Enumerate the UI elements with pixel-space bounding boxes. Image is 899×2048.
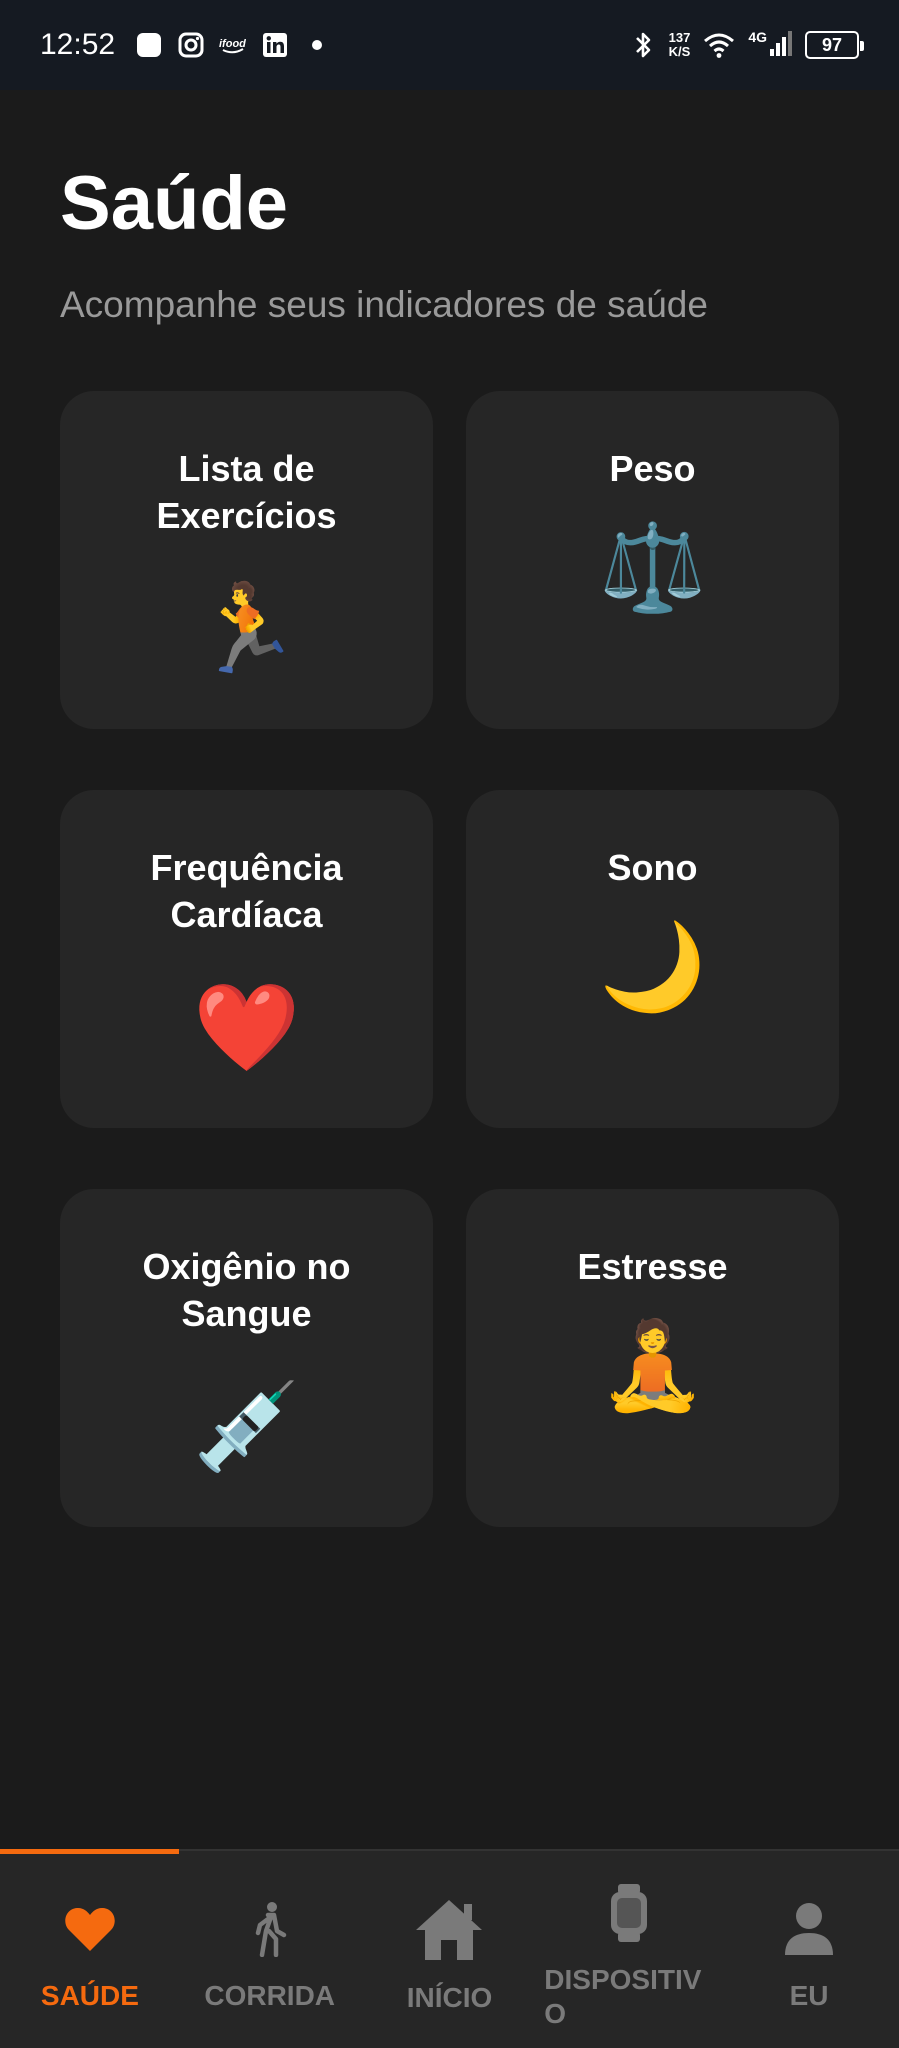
network-type: 4G	[748, 28, 767, 45]
speed-unit: K/S	[668, 44, 691, 59]
watch-icon	[597, 1881, 661, 1945]
active-tab-indicator	[0, 1849, 179, 1854]
nav-item-corrida[interactable]: CORRIDA	[180, 1851, 360, 2048]
nav-label: DISPOSITIVO	[544, 1964, 702, 2029]
nav-label: SAÚDE	[40, 1980, 139, 2011]
card-exercise-list[interactable]: Lista de Exercícios 🏃	[60, 391, 433, 729]
card-heart-rate[interactable]: Frequência Cardíaca ❤️	[60, 790, 433, 1128]
card-title: Lista de Exercícios	[156, 448, 337, 536]
network-speed: 137 K/S	[669, 31, 691, 59]
card-blood-oxygen[interactable]: Oxigênio no Sangue 💉	[60, 1189, 433, 1527]
signal-bars-icon	[769, 29, 793, 62]
status-bar: 12:52 ifood 137 K/S 4G 97	[0, 0, 899, 90]
battery-indicator: 97	[805, 31, 864, 59]
person-icon	[777, 1897, 841, 1961]
bluetooth-icon	[629, 31, 657, 59]
card-title: Frequência Cardíaca	[150, 847, 343, 935]
status-bar-left: 12:52 ifood	[40, 28, 331, 62]
page-subtitle: Acompanhe seus indicadores de saúde	[60, 284, 708, 325]
scale-icon: ⚖️	[598, 518, 707, 618]
moon-icon: 🌙	[598, 917, 707, 1017]
nav-label: CORRIDA	[204, 1980, 336, 2011]
walking-icon	[238, 1897, 302, 1961]
instagram-icon	[177, 31, 205, 59]
card-title: Peso	[609, 448, 696, 489]
bottom-navigation: SAÚDE CORRIDA INÍCIO DISPOSITIVO EU	[0, 1849, 899, 2048]
card-sleep[interactable]: Sono 🌙	[466, 790, 839, 1128]
linkedin-icon	[261, 31, 289, 59]
card-weight[interactable]: Peso ⚖️	[466, 391, 839, 729]
card-stress[interactable]: Estresse 🧘	[466, 1189, 839, 1527]
meditation-icon: 🧘	[598, 1316, 707, 1416]
card-title: Estresse	[577, 1246, 728, 1287]
page-title: Saúde	[60, 161, 289, 246]
card-title: Sono	[607, 847, 698, 888]
nav-label: INÍCIO	[406, 1982, 493, 2013]
status-time: 12:52	[40, 28, 116, 61]
home-icon	[414, 1897, 484, 1963]
heart-icon: ❤️	[192, 978, 301, 1078]
cell-signal: 4G	[748, 29, 793, 62]
nav-item-dispositivo[interactable]: DISPOSITIVO	[539, 1851, 719, 2048]
card-title: Oxigênio no Sangue	[142, 1246, 351, 1334]
nav-item-saude[interactable]: SAÚDE	[0, 1851, 180, 2048]
nav-item-inicio[interactable]: INÍCIO	[360, 1851, 540, 2048]
battery-level: 97	[821, 34, 843, 55]
speed-value: 137	[668, 30, 691, 45]
nav-item-eu[interactable]: EU	[719, 1851, 899, 2048]
runner-icon: 🏃	[192, 579, 301, 679]
nav-label: EU	[789, 1980, 829, 2011]
app-square-icon	[135, 31, 163, 59]
status-bar-right: 137 K/S 4G 97	[629, 29, 864, 62]
svg-text:ifood: ifood	[219, 38, 246, 50]
heart-icon	[58, 1897, 122, 1961]
dot-icon	[303, 31, 331, 59]
health-cards-grid: Lista de Exercícios 🏃 Peso ⚖️ Frequência…	[60, 391, 839, 1527]
ifood-icon: ifood	[219, 31, 247, 59]
wifi-icon	[702, 31, 736, 59]
syringe-icon: 💉	[192, 1377, 301, 1477]
